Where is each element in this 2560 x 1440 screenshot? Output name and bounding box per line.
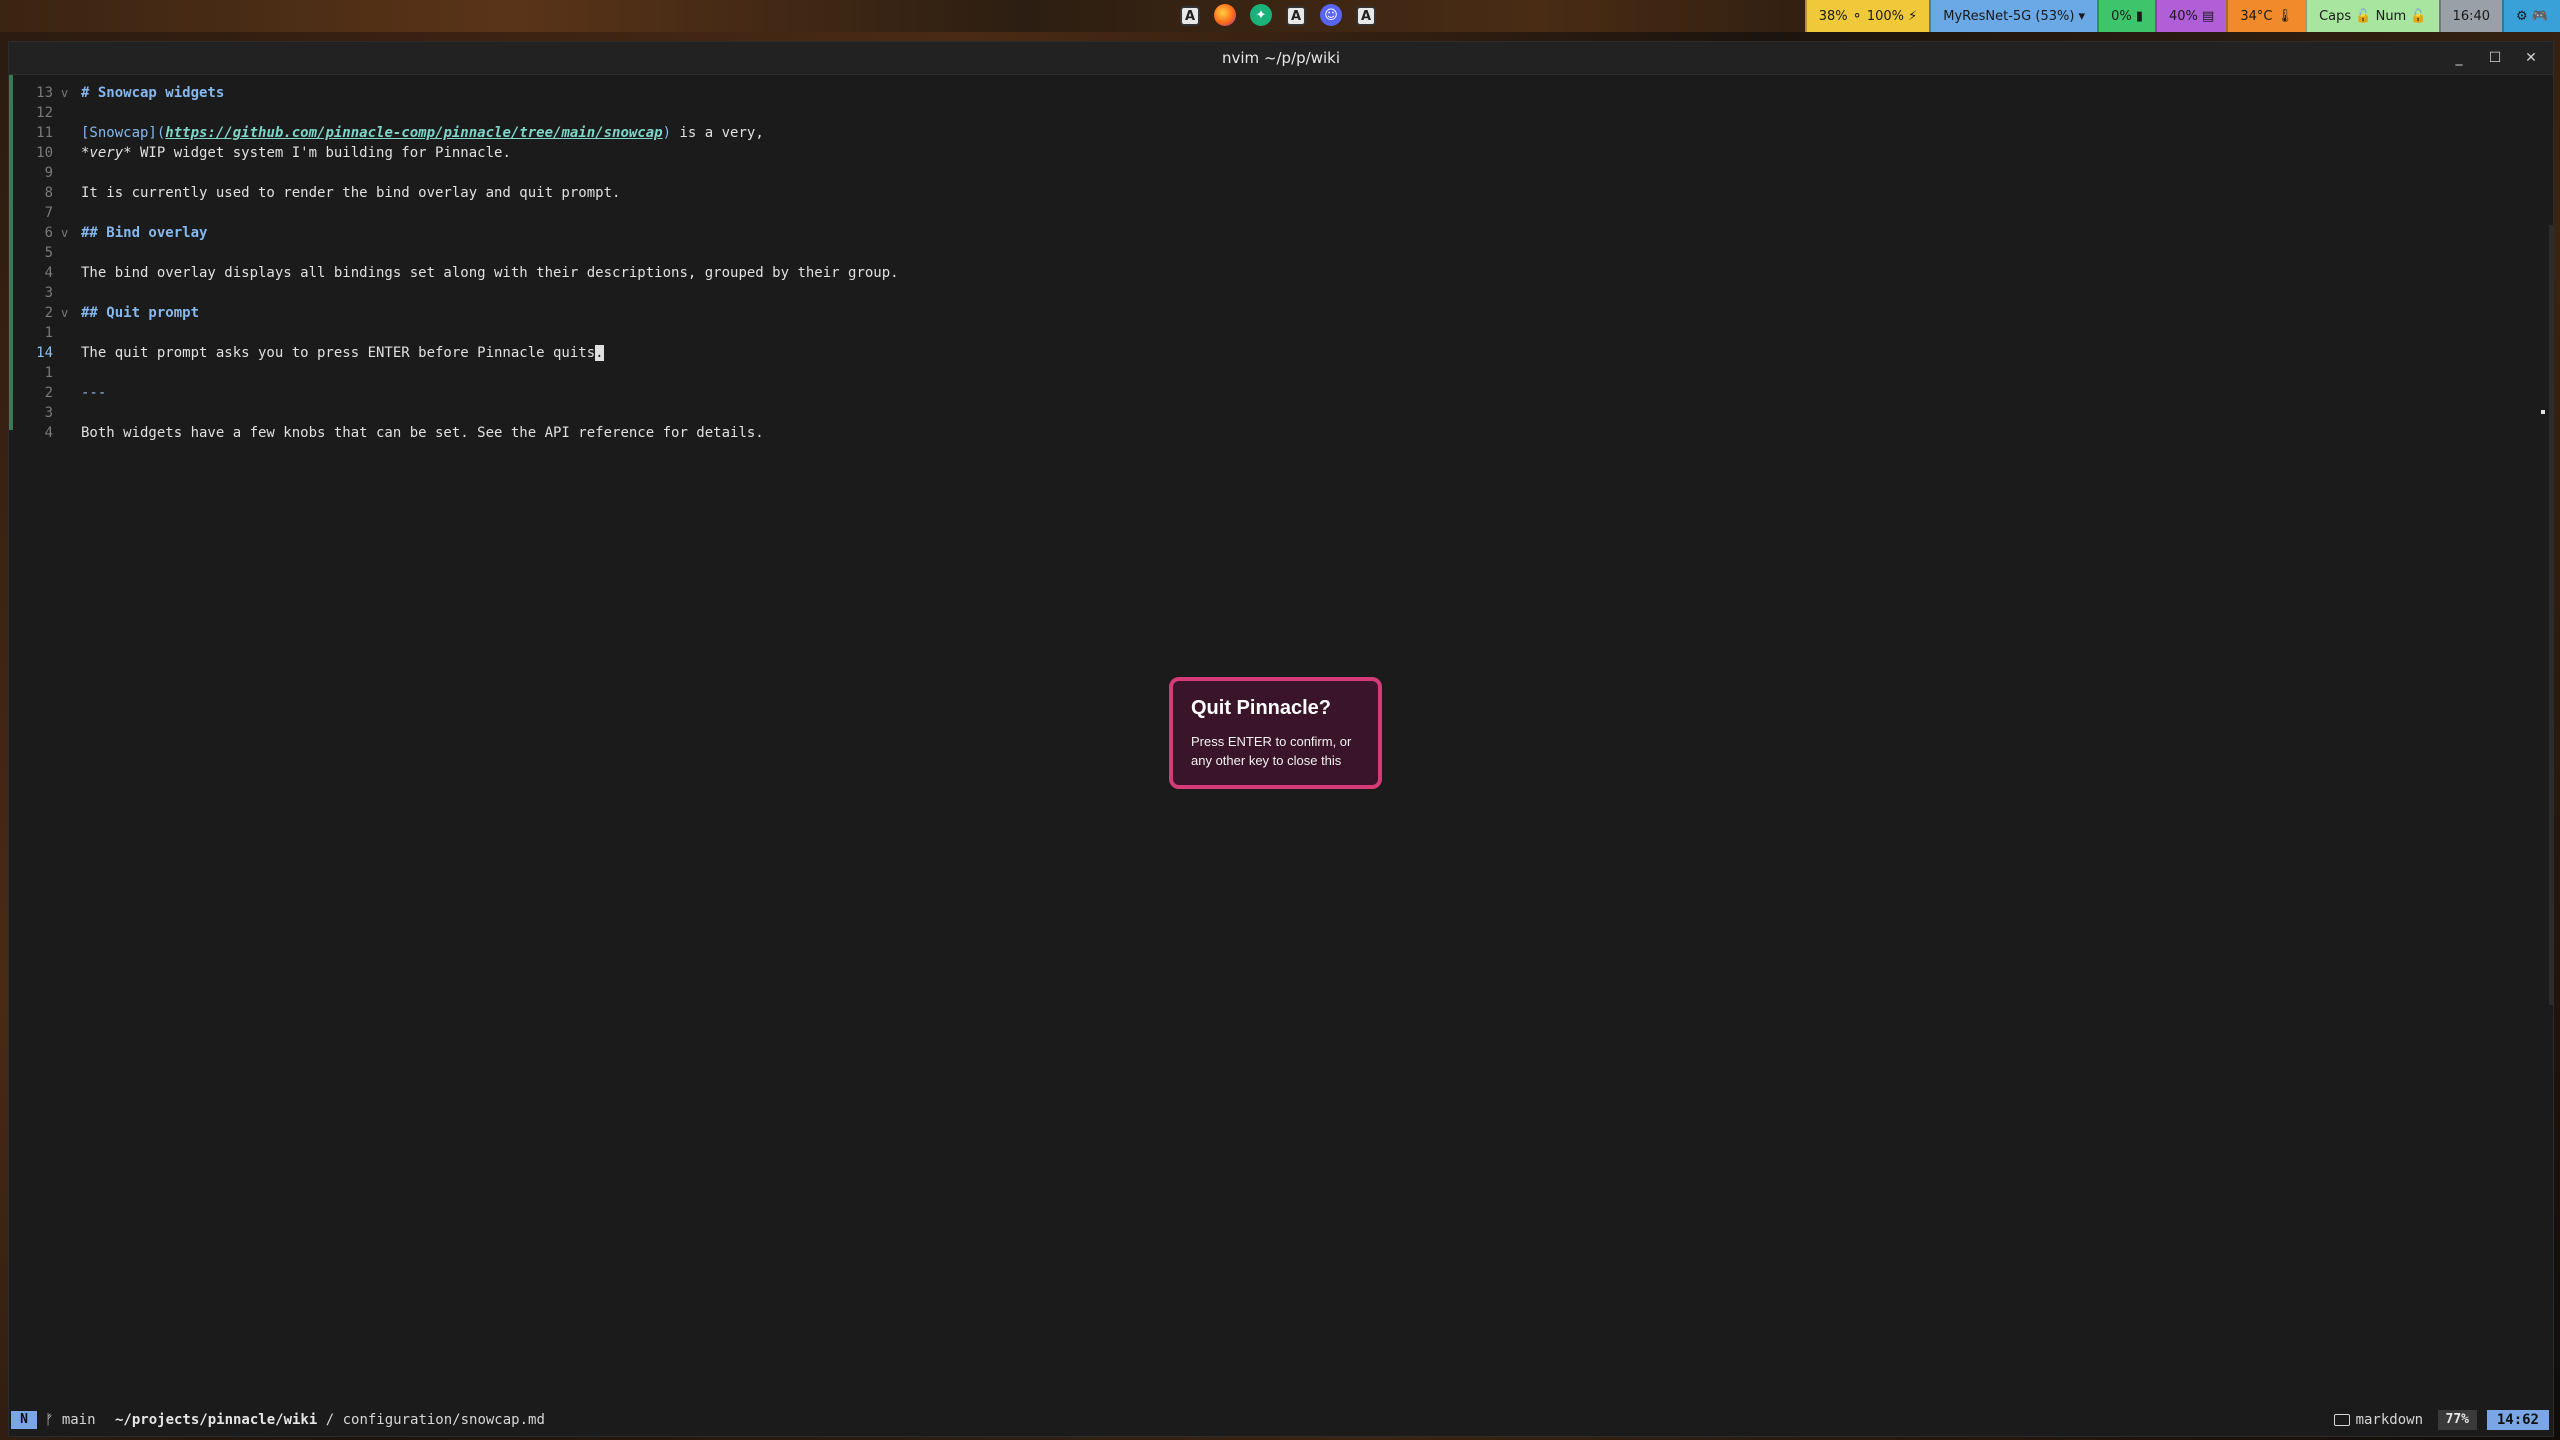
text-cursor: . — [595, 345, 604, 361]
cursor-position: 14:62 — [2486, 1410, 2549, 1430]
text-segment: The bind overlay displays all bindings s… — [81, 265, 899, 281]
filetype-label: markdown — [2355, 1412, 2423, 1428]
temperature-widget[interactable]: 34°C 🌡 — [2226, 0, 2306, 32]
cpu-widget[interactable]: 0% ▮ — [2097, 0, 2155, 32]
mode-indicator: N — [11, 1411, 37, 1429]
system-top-bar: A ✦ A ☺ A 38% ⚬ 100% ⚡ MyResNet-5G (53%) ▾ 0% … — [0, 0, 2560, 32]
keyboard-locks-widget[interactable]: Caps 🔓 Num 🔓 — [2305, 0, 2439, 32]
line-number: 11 — [36, 125, 53, 141]
line-number: 8 — [44, 185, 53, 201]
line-number: 6 — [44, 225, 53, 241]
line-number: 4 — [44, 265, 53, 281]
line-number: 1 — [44, 325, 53, 341]
git-branch: ᚠ main — [45, 1412, 96, 1428]
text-segment: *very* — [81, 145, 132, 161]
line-number: 13 — [36, 85, 53, 101]
memory-widget[interactable]: 40% ▤ — [2155, 0, 2227, 32]
dialog-message: Press ENTER to confirm, or any other key… — [1191, 734, 1352, 768]
line-number: 2 — [44, 385, 53, 401]
scroll-percent: 77% — [2437, 1410, 2477, 1430]
line-number: 10 — [36, 145, 53, 161]
app-a-icon[interactable]: A — [1180, 6, 1200, 26]
text-segment: --- — [81, 385, 107, 401]
git-change-indicator — [9, 75, 13, 430]
keyboard-icon — [2333, 1414, 2350, 1426]
line-text: ## Quit prompt — [81, 303, 199, 323]
line-number: 5 — [44, 245, 53, 261]
text-segment: [Snowcap]( — [81, 125, 166, 141]
line-number: 7 — [44, 205, 53, 221]
clock-widget[interactable]: 16:40 — [2438, 0, 2503, 32]
battery-widget[interactable]: 38% ⚬ 100% ⚡ — [1804, 0, 1930, 32]
file-name: configuration/snowcap.md — [342, 1412, 545, 1428]
url-link[interactable]: https://github.com/pinnacle-comp/pinnacl… — [165, 125, 662, 141]
notification-widget[interactable]: ⚙ 🎮 — [2502, 0, 2560, 32]
app-a-icon[interactable]: A — [1286, 6, 1306, 26]
minimize-icon[interactable]: _ — [2447, 46, 2471, 70]
line-text: The quit prompt asks you to press ENTER … — [81, 343, 604, 363]
app-a-icon[interactable]: A — [1356, 6, 1376, 26]
status-line: N ᚠ main ~/projects/pinnacle/wiki / conf… — [9, 1402, 2553, 1436]
text-segment: # Snowcap widgets — [81, 85, 225, 101]
line-number: 1 — [44, 365, 53, 381]
text-segment: The quit prompt asks you to press ENTER … — [81, 345, 596, 361]
line-text: The bind overlay displays all bindings s… — [81, 263, 899, 283]
line-text: Both widgets have a few knobs that can b… — [81, 423, 764, 443]
filetype: markdown — [2333, 1411, 2423, 1429]
line-number: 3 — [44, 405, 53, 421]
file-path: ~/projects/pinnacle/wiki / configuration… — [115, 1411, 545, 1429]
system-tray: A ✦ A ☺ A — [1180, 4, 1376, 26]
dialog-title: Quit Pinnacle? — [1191, 697, 1332, 719]
window-title: nvim ~/p/p/wiki — [1222, 49, 1340, 67]
line-number: 12 — [36, 105, 53, 121]
path-separator: / — [317, 1412, 343, 1428]
line-number: 14 — [36, 345, 53, 361]
text-segment: is a very, — [671, 125, 764, 141]
fold-chevron-icon[interactable]: v — [61, 83, 68, 103]
green-app-icon[interactable]: ✦ — [1250, 4, 1272, 26]
text-segment: ) — [662, 125, 672, 141]
line-number: 2 — [44, 305, 53, 321]
scrollbar[interactable] — [2549, 225, 2553, 1005]
network-widget[interactable]: MyResNet-5G (53%) ▾ — [1929, 0, 2098, 32]
line-text: ## Bind overlay — [81, 223, 207, 243]
line-text: # Snowcap widgets — [81, 83, 224, 103]
text-segment: ## Quit prompt — [81, 305, 200, 321]
text-segment: ## Bind overlay — [81, 225, 208, 241]
text-segment: Both widgets have a few knobs that can b… — [81, 425, 764, 441]
text-segment: It is currently used to render the bind … — [81, 185, 621, 201]
line-text: --- — [81, 383, 106, 403]
text-segment: WIP widget system I'm building for Pinna… — [131, 145, 511, 161]
discord-icon[interactable]: ☺ — [1320, 4, 1342, 26]
quit-prompt-dialog[interactable]: Quit Pinnacle? Press ENTER to confirm, o… — [1169, 677, 1382, 789]
line-number: 4 — [44, 425, 53, 441]
close-icon[interactable]: ✕ — [2519, 46, 2543, 70]
cursor-marker — [2541, 410, 2545, 414]
line-text: *very* WIP widget system I'm building fo… — [81, 143, 511, 163]
line-text: [Snowcap](https://github.com/pinnacle-co… — [81, 123, 764, 143]
line-number: 9 — [44, 165, 53, 181]
maximize-icon[interactable]: ☐ — [2483, 46, 2507, 70]
status-widgets: 38% ⚬ 100% ⚡ MyResNet-5G (53%) ▾ 0% ▮ 40% ▤… — [1804, 0, 2560, 32]
line-number: 3 — [44, 285, 53, 301]
line-text: It is currently used to render the bind … — [81, 183, 620, 203]
cwd: ~/projects/pinnacle/wiki — [115, 1412, 318, 1428]
window-titlebar[interactable]: nvim ~/p/p/wiki _ ☐ ✕ — [9, 42, 2553, 75]
firefox-icon[interactable] — [1214, 4, 1236, 26]
fold-chevron-icon[interactable]: v — [61, 223, 68, 243]
fold-chevron-icon[interactable]: v — [61, 303, 68, 323]
